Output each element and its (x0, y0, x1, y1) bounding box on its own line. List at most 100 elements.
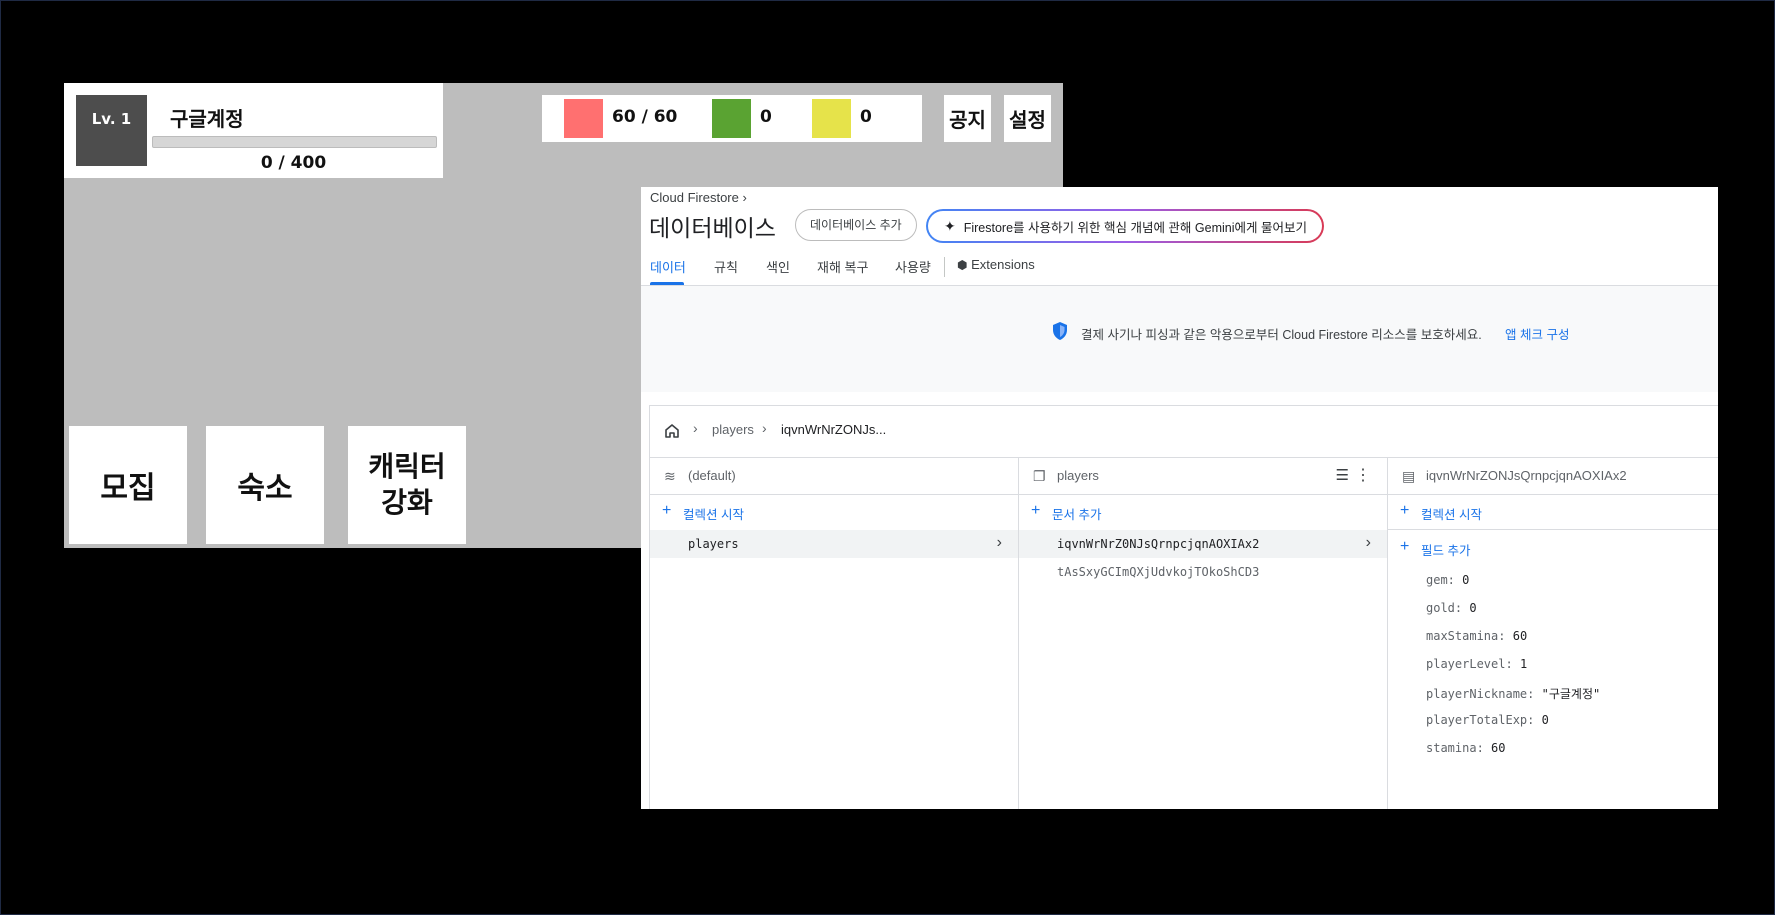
upgrade-label-line2: 강화 (381, 486, 433, 519)
plus-icon: + (1400, 502, 1410, 519)
active-tab-indicator (650, 282, 684, 285)
collection-title: players (1057, 468, 1099, 483)
collection-column-header: ❐ players ☰ ⋮ (1019, 458, 1387, 495)
field-row[interactable]: stamina: 60 (1426, 741, 1505, 755)
start-collection-button[interactable]: + 컬렉션 시작 (650, 495, 1018, 529)
breadcrumb[interactable]: Cloud Firestore › (650, 190, 747, 205)
document-column: ▤ iqvnWrNrZONJsQrnpcjqnAOXIAx2 + 컬렉션 시작 … (1388, 458, 1718, 809)
field-value: 60 (1491, 741, 1506, 755)
start-subcollection-label: 컬렉션 시작 (1421, 508, 1482, 522)
tab-extensions-label: Extensions (971, 257, 1035, 272)
player-nickname: 구글계정 (170, 107, 244, 131)
path-document[interactable]: iqvnWrNrZONJs... (781, 422, 886, 437)
collection-icon: ❐ (1033, 468, 1046, 484)
list-item[interactable]: tAsSxyGCImQXjUdvkojTOkoShCD3 (1019, 558, 1387, 586)
add-document-label: 문서 추가 (1052, 508, 1102, 522)
add-database-button[interactable]: 데이터베이스 추가 (795, 209, 917, 241)
exp-text: 0 / 400 (260, 153, 327, 173)
field-key: gold: (1426, 601, 1463, 615)
database-name: (default) (688, 468, 736, 483)
app-check-banner: 결제 사기나 피싱과 같은 악용으로부터 Cloud Firestore 리소스… (641, 286, 1718, 392)
chevron-right-icon: › (996, 534, 1002, 551)
level-badge: Lv. 1 (76, 95, 147, 166)
start-collection-label: 컬렉션 시작 (683, 508, 744, 522)
gold-icon (812, 99, 851, 138)
field-value: 1 (1519, 657, 1528, 671)
field-row[interactable]: playerLevel: 1 (1426, 657, 1527, 671)
tab-extensions[interactable]: ⬢ Extensions (957, 257, 1035, 272)
gemini-ask-label: Firestore를 사용하기 위한 핵심 개념에 관해 Gemini에게 물어… (963, 220, 1307, 235)
gem-value: 0 (760, 107, 772, 127)
sparkle-icon: ✦ (944, 217, 956, 234)
field-value: "구글계정" (1541, 687, 1601, 701)
tab-bar: 데이터 규칙 색인 재해 복구 사용량 ⬢ Extensions (641, 247, 1718, 286)
shield-icon (1053, 322, 1067, 340)
stamina-icon (564, 99, 603, 138)
add-document-button[interactable]: + 문서 추가 (1019, 495, 1387, 529)
path-collection[interactable]: players (712, 422, 754, 437)
database-stack-icon: ≋ (664, 468, 676, 484)
add-field-label: 필드 추가 (1421, 544, 1471, 558)
field-key: playerTotalExp: (1426, 713, 1535, 727)
field-key: maxStamina: (1426, 629, 1506, 643)
tab-disaster-recovery[interactable]: 재해 복구 (817, 257, 868, 276)
field-value: 0 (1541, 713, 1549, 727)
notice-button[interactable]: 공지 (944, 95, 991, 142)
plus-icon: + (1400, 538, 1410, 555)
gemini-ask-button[interactable]: ✦ Firestore를 사용하기 위한 핵심 개념에 관해 Gemini에게 … (926, 209, 1324, 243)
field-row[interactable]: playerNickname: "구글계정" (1426, 685, 1600, 702)
field-key: stamina: (1426, 741, 1484, 755)
field-row[interactable]: playerTotalExp: 0 (1426, 713, 1549, 727)
tab-indexes[interactable]: 색인 (766, 257, 790, 276)
app-check-link[interactable]: 앱 체크 구성 (1505, 324, 1569, 343)
data-panel: › players › iqvnWrNrZONJs... ≋ (default)… (649, 405, 1718, 809)
list-item[interactable]: iqvnWrNrZ0NJsQrnpcjqnAOXIAx2 › (1019, 530, 1387, 558)
add-field-button[interactable]: + 필드 추가 (1388, 531, 1718, 565)
gold-value: 0 (860, 107, 872, 127)
player-profile-panel: Lv. 1 구글계정 0 / 400 (64, 83, 443, 178)
tab-divider (944, 257, 945, 277)
field-value: 60 (1512, 629, 1528, 643)
start-subcollection-button[interactable]: + 컬렉션 시작 (1388, 495, 1718, 530)
document-column-header: ▤ iqvnWrNrZONJsQrnpcjqnAOXIAx2 (1388, 458, 1718, 495)
plus-icon: + (1031, 502, 1041, 519)
exp-progress-bar (152, 136, 437, 148)
character-upgrade-button[interactable]: 캐릭터 강화 (348, 426, 466, 544)
path-bar: › players › iqvnWrNrZONJs... (650, 406, 1718, 458)
field-key: playerNickname: (1426, 687, 1535, 701)
more-vert-icon[interactable]: ⋮ (1355, 465, 1371, 485)
collection-column: ❐ players ☰ ⋮ + 문서 추가 iqvnWrNrZ0NJsQrnpc… (1019, 458, 1388, 809)
field-key: gem: (1426, 573, 1455, 587)
field-row[interactable]: gold: 0 (1426, 601, 1477, 615)
collection-name: players (688, 537, 739, 551)
list-item[interactable]: players › (650, 530, 1018, 558)
upgrade-label-line1: 캐릭터 (368, 450, 446, 483)
chevron-right-icon: › (1365, 534, 1371, 551)
field-value: 0 (1469, 601, 1477, 615)
dorm-button[interactable]: 숙소 (206, 426, 324, 544)
field-row[interactable]: maxStamina: 60 (1426, 629, 1527, 643)
document-title: iqvnWrNrZONJsQrnpcjqnAOXIAx2 (1426, 468, 1627, 483)
recruit-button[interactable]: 모집 (69, 426, 187, 544)
document-id: iqvnWrNrZ0NJsQrnpcjqnAOXIAx2 (1057, 537, 1260, 551)
home-icon[interactable] (663, 422, 681, 440)
chevron-right-icon: › (693, 420, 698, 436)
database-column-header: ≋ (default) (650, 458, 1018, 495)
document-id: tAsSxyGCImQXjUdvkojTOkoShCD3 (1057, 565, 1260, 579)
tab-usage[interactable]: 사용량 (895, 257, 931, 276)
filter-icon[interactable]: ☰ (1336, 466, 1349, 484)
page-title: 데이터베이스 (649, 215, 776, 241)
gem-icon (712, 99, 751, 138)
banner-message: 결제 사기나 피싱과 같은 악용으로부터 Cloud Firestore 리소스… (1081, 328, 1482, 342)
field-row[interactable]: gem: 0 (1426, 573, 1469, 587)
stamina-value: 60 / 60 (612, 107, 678, 127)
extensions-icon: ⬢ (957, 258, 968, 272)
tab-rules[interactable]: 규칙 (714, 257, 738, 276)
database-column: ≋ (default) + 컬렉션 시작 players › (650, 458, 1019, 809)
resource-panel: 60 / 60 0 0 (542, 95, 922, 142)
tab-data[interactable]: 데이터 (650, 257, 686, 276)
document-icon: ▤ (1402, 468, 1416, 484)
chevron-right-icon: › (762, 420, 767, 436)
settings-button[interactable]: 설정 (1004, 95, 1051, 142)
field-value: 0 (1462, 573, 1470, 587)
